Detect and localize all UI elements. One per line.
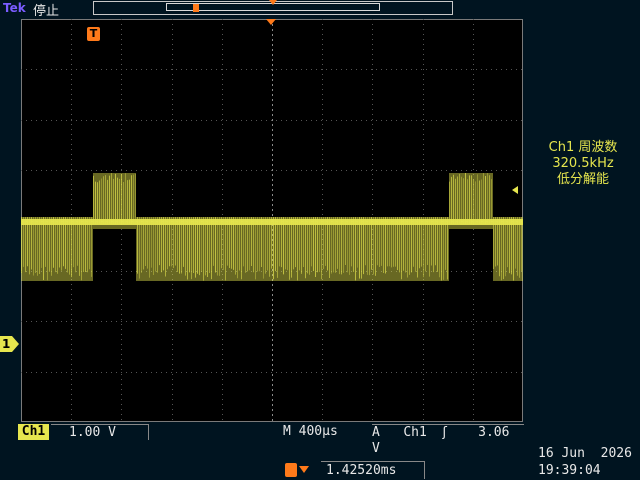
timebase-value: 400µs xyxy=(298,424,338,439)
trigger-slope-icon: ʃ xyxy=(442,425,447,440)
measurement-note: 低分解能 xyxy=(556,172,609,187)
trigger-position-icon xyxy=(269,0,277,5)
trigger-level: 3.06 V xyxy=(372,425,510,456)
trigger-prefix: A xyxy=(372,425,380,440)
measurement-panel: Ch1 周波数 320.5kHz 低分解能 xyxy=(527,140,639,188)
status-bar: Tek 停止 xyxy=(0,0,640,19)
ch1-scale: 1.00 V xyxy=(51,424,149,440)
waveform-display[interactable] xyxy=(21,19,523,422)
trigger-readout: A Ch1 ʃ 3.06 V xyxy=(372,424,524,456)
trigger-time-marker-icon xyxy=(266,19,276,25)
record-view-bar xyxy=(93,0,453,15)
horizontal-position-readout: 1.42520ms xyxy=(321,461,425,479)
acquisition-state: 停止 xyxy=(33,4,60,19)
trigger-level-icon xyxy=(512,186,518,194)
trigger-marker: T xyxy=(87,27,100,41)
ch1-trace-band xyxy=(136,217,449,281)
trigger-source: Ch1 xyxy=(403,425,427,440)
record-trigger-marker-icon xyxy=(193,4,199,12)
time: 19:39:04 xyxy=(538,463,601,478)
readout-bar: Ch1 1.00 V M 400µs A Ch1 ʃ 3.06 V 1.4252… xyxy=(0,424,640,480)
datetime: 16 Jun 2026 19:39:04 xyxy=(538,445,632,479)
timebase-readout: M 400µs xyxy=(283,424,338,439)
measurement-title: Ch1 周波数 xyxy=(548,140,618,155)
horizontal-position-icon xyxy=(285,463,309,477)
measurement-value: 320.5kHz xyxy=(552,156,614,171)
date: 16 Jun 2026 xyxy=(538,446,632,461)
brand-logo: Tek xyxy=(3,1,26,15)
ch1-label[interactable]: Ch1 xyxy=(18,424,49,440)
ch1-ground-marker: 1 xyxy=(0,336,19,352)
graticule xyxy=(21,19,523,422)
